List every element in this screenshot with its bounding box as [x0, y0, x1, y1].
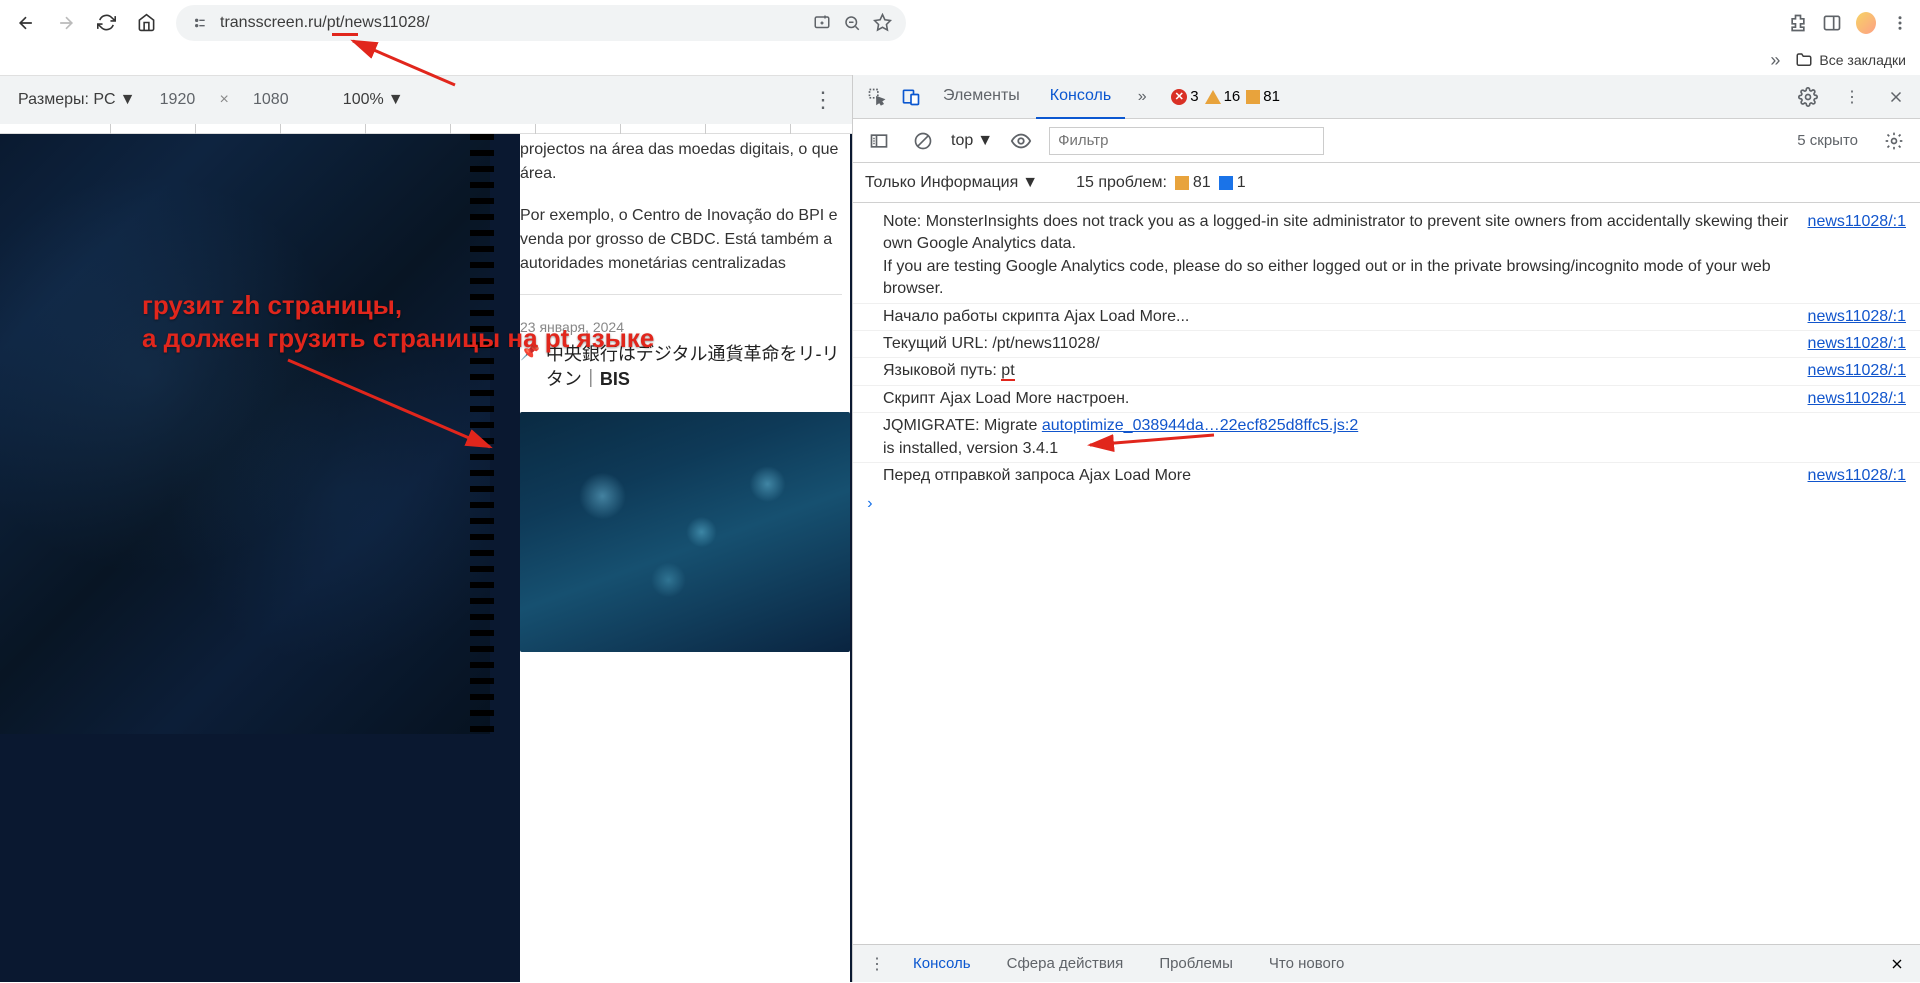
spiral-binding: [470, 134, 494, 734]
device-menu-icon[interactable]: ⋮: [812, 87, 834, 113]
sidepanel-icon[interactable]: [1822, 13, 1842, 33]
menu-icon[interactable]: [1890, 13, 1910, 33]
ruler: [0, 124, 852, 134]
device-toolbar: Размеры: PC▼ 1920 × 1080 100%▼ ⋮: [0, 76, 852, 124]
devtools-close-icon[interactable]: [1880, 81, 1912, 113]
problem-summary[interactable]: 15 проблем: 81 1: [1076, 174, 1246, 192]
console-log-row: JQMIGRATE: Migrate autoptimize_038944da……: [853, 412, 1920, 462]
pin-icon: 📌: [520, 342, 540, 364]
source-link[interactable]: autoptimize_038944da…22ecf825d8ffc5.js:2: [1042, 417, 1358, 434]
viewport-height[interactable]: 1080: [241, 91, 301, 109]
hero-image: [0, 134, 490, 734]
source-link[interactable]: news11028/:1: [1808, 211, 1906, 301]
all-bookmarks[interactable]: Все закладки: [1795, 51, 1906, 69]
console-toolbar: top▼ 5 скрыто: [853, 119, 1920, 163]
warning-count[interactable]: 16: [1205, 88, 1241, 105]
devtools-menu-icon[interactable]: ⋮: [1836, 81, 1868, 113]
inspect-icon[interactable]: [861, 81, 893, 113]
extensions-icon[interactable]: [1788, 13, 1808, 33]
devtools-drawer-tabs: ⋮ Консоль Сфера действия Проблемы Что но…: [853, 944, 1920, 982]
source-link[interactable]: news11028/:1: [1808, 360, 1906, 382]
drawer-tab-console[interactable]: Консоль: [897, 945, 987, 983]
install-app-icon[interactable]: [812, 13, 832, 33]
log-level-selector[interactable]: Только Информация▼: [865, 174, 1038, 192]
console-log-row: Текущий URL: /pt/news11028/news11028/:1: [853, 330, 1920, 357]
zoom-dropdown[interactable]: 100%▼: [343, 91, 404, 109]
live-expression-icon[interactable]: [1005, 125, 1037, 157]
console-settings-icon[interactable]: [1878, 125, 1910, 157]
forward-button[interactable]: [50, 7, 82, 39]
source-link[interactable]: news11028/:1: [1808, 388, 1906, 410]
drawer-tab-scope[interactable]: Сфера действия: [991, 945, 1140, 983]
device-toggle-icon[interactable]: [895, 81, 927, 113]
console-filter-input[interactable]: [1049, 127, 1324, 155]
devtools-panel: Элементы Консоль » ✕3 16 81 ⋮ top▼ 5 скр…: [852, 75, 1920, 982]
article-paragraph: projectos na área das moedas digitais, o…: [520, 138, 842, 186]
site-info-icon[interactable]: [190, 13, 210, 33]
console-log-row: Перед отправкой запроса Ajax Load Morene…: [853, 462, 1920, 489]
zoom-icon[interactable]: [842, 13, 862, 33]
page-content: projectos na área das moedas digitais, o…: [0, 134, 850, 982]
issue-count[interactable]: 81: [1246, 88, 1280, 105]
article-title[interactable]: 📌 中央銀行はデジタル通貨革命をリ-リタン｜BIS: [520, 342, 842, 392]
source-link[interactable]: news11028/:1: [1808, 465, 1906, 487]
back-button[interactable]: [10, 7, 42, 39]
main-area: Размеры: PC▼ 1920 × 1080 100%▼ ⋮ project…: [0, 75, 1920, 982]
drawer-tab-whatsnew[interactable]: Что нового: [1253, 945, 1360, 983]
console-log-row: Начало работы скрипта Ajax Load More...n…: [853, 303, 1920, 330]
console-log-row: Note: MonsterInsights does not track you…: [853, 209, 1920, 303]
source-link[interactable]: news11028/:1: [1808, 306, 1906, 328]
browser-actions: [1788, 13, 1910, 33]
devtools-tabs: Элементы Консоль » ✕3 16 81 ⋮: [853, 75, 1920, 119]
device-dropdown[interactable]: Размеры: PC▼: [18, 91, 135, 109]
bookmark-star-icon[interactable]: [872, 13, 892, 33]
viewport-width[interactable]: 1920: [147, 91, 207, 109]
dim-separator: ×: [219, 91, 228, 109]
console-filter-bar: Только Информация▼ 15 проблем: 81 1: [853, 163, 1920, 203]
all-bookmarks-label: Все закладки: [1819, 52, 1906, 68]
page-viewport[interactable]: projectos na área das moedas digitais, o…: [0, 134, 852, 982]
article-thumbnail[interactable]: [520, 412, 850, 652]
error-count[interactable]: ✕3: [1171, 88, 1198, 105]
console-log-row: Скрипт Ajax Load More настроен.news11028…: [853, 385, 1920, 412]
context-selector[interactable]: top▼: [951, 132, 993, 150]
article-column: projectos na área das moedas digitais, o…: [520, 134, 850, 982]
bookmarks-bar: » Все закладки: [0, 45, 1920, 75]
console-prompt[interactable]: ›: [853, 489, 1920, 519]
console-body[interactable]: Note: MonsterInsights does not track you…: [853, 203, 1920, 944]
issue-counts: ✕3 16 81: [1171, 88, 1280, 105]
tab-elements[interactable]: Элементы: [929, 75, 1034, 119]
drawer-tab-problems[interactable]: Проблемы: [1143, 945, 1249, 983]
reload-button[interactable]: [90, 7, 122, 39]
profile-avatar[interactable]: [1856, 13, 1876, 33]
home-button[interactable]: [130, 7, 162, 39]
clear-console-icon[interactable]: [907, 125, 939, 157]
hidden-count[interactable]: 5 скрыто: [1797, 132, 1858, 149]
settings-icon[interactable]: [1792, 81, 1824, 113]
console-sidebar-toggle-icon[interactable]: [863, 125, 895, 157]
article-date: 23 января, 2024: [520, 317, 842, 338]
tab-console[interactable]: Консоль: [1036, 75, 1125, 119]
url-bar[interactable]: transscreen.ru/pt/news11028/: [176, 5, 906, 41]
url-text: transscreen.ru/pt/news11028/: [220, 14, 802, 32]
folder-icon: [1795, 51, 1813, 69]
article-paragraph: Por exemplo, o Centro de Inovação do BPI…: [520, 204, 842, 276]
drawer-menu-icon[interactable]: ⋮: [861, 948, 893, 980]
tabs-overflow-icon[interactable]: »: [1127, 88, 1157, 106]
bookmarks-chevron-icon[interactable]: »: [1765, 50, 1785, 70]
source-link[interactable]: news11028/:1: [1808, 333, 1906, 355]
browser-toolbar: transscreen.ru/pt/news11028/: [0, 0, 1920, 45]
drawer-close-icon[interactable]: [1882, 949, 1912, 979]
page-panel: Размеры: PC▼ 1920 × 1080 100%▼ ⋮ project…: [0, 75, 852, 982]
console-log-row: Языковой путь: ptnews11028/:1: [853, 357, 1920, 384]
